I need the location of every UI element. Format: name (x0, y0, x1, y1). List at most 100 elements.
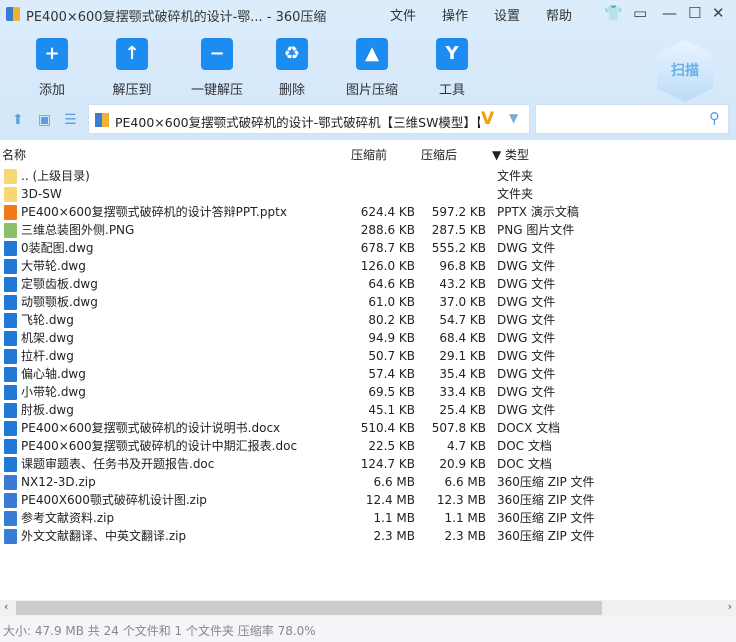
column-after[interactable]: 压缩后 (421, 146, 457, 163)
one-click-extract-icon: − (201, 38, 233, 70)
file-type: DOC 文档 (497, 457, 552, 471)
size-before: 510.4 KB (360, 421, 415, 435)
file-type: DWG 文件 (497, 295, 556, 309)
file-type: DWG 文件 (497, 313, 556, 327)
dwg-file-icon (4, 241, 17, 256)
file-row[interactable]: 机架.dwg 94.9 KB 68.4 KB DWG 文件 (0, 329, 736, 347)
file-name: 三维总装图外侧.PNG (21, 223, 135, 237)
toolbar-button-1[interactable]: ↑ 解压到 (97, 38, 167, 98)
file-row[interactable]: 大带轮.dwg 126.0 KB 96.8 KB DWG 文件 (0, 257, 736, 275)
file-row[interactable]: 肘板.dwg 45.1 KB 25.4 KB DWG 文件 (0, 401, 736, 419)
scrollbar-thumb[interactable] (16, 601, 602, 615)
dwg-file-icon (4, 277, 17, 292)
file-row[interactable]: PE400×600复摆颚式破碎机的设计答辩PPT.pptx 624.4 KB 5… (0, 203, 736, 221)
close-button[interactable]: ✕ (712, 4, 725, 22)
add-folder-icon: + (36, 38, 68, 70)
file-row[interactable]: 外文文献翻译、中英文翻译.zip 2.3 MB 2.3 MB 360压缩 ZIP… (0, 527, 736, 545)
toolbar-button-4[interactable]: ▲ 图片压缩 (337, 38, 407, 98)
column-before[interactable]: 压缩前 (351, 146, 387, 163)
size-before: 678.7 KB (360, 241, 415, 255)
list-view-icon[interactable]: ☰ (64, 112, 77, 128)
dwg-file-icon (4, 313, 17, 328)
address-bar[interactable]: PE400×600复摆颚式破碎机的设计-鄂式破碎机【三维SW模型】【含CAD图纸… (88, 104, 530, 134)
column-name[interactable]: 名称 (2, 146, 26, 163)
menu-operate[interactable]: 操作 (442, 5, 468, 24)
toolbar-button-3[interactable]: ♻ 删除 (257, 38, 327, 98)
file-row[interactable]: PE400X600颚式破碎机设计图.zip 12.4 MB 12.3 MB 36… (0, 491, 736, 509)
file-row[interactable]: 偏心轴.dwg 57.4 KB 35.4 KB DWG 文件 (0, 365, 736, 383)
size-before: 288.6 KB (360, 223, 415, 237)
file-row[interactable]: PE400×600复摆颚式破碎机的设计中期汇报表.doc 22.5 KB 4.7… (0, 437, 736, 455)
zip-file-icon (4, 529, 17, 544)
file-name: 小带轮.dwg (21, 385, 86, 399)
minimize-button[interactable]: — (662, 4, 677, 22)
vip-icon[interactable]: V (481, 109, 494, 129)
file-row[interactable]: 动颚颚板.dwg 61.0 KB 37.0 KB DWG 文件 (0, 293, 736, 311)
menu-settings[interactable]: 设置 (494, 5, 520, 24)
thumbnail-view-icon[interactable]: ▣ (38, 112, 51, 128)
file-name: 参考文献资料.zip (21, 511, 115, 525)
skin-icon[interactable]: 👕 (604, 4, 623, 22)
size-after: 287.5 KB (431, 223, 486, 237)
chevron-down-icon[interactable]: ▼ (509, 111, 518, 125)
file-row[interactable]: 小带轮.dwg 69.5 KB 33.4 KB DWG 文件 (0, 383, 736, 401)
dwg-file-icon (4, 385, 17, 400)
doc-file-icon (4, 457, 17, 472)
size-after: 4.7 KB (447, 439, 486, 453)
file-type: DWG 文件 (497, 277, 556, 291)
file-name: 机架.dwg (21, 331, 74, 345)
file-row[interactable]: NX12-3D.zip 6.6 MB 6.6 MB 360压缩 ZIP 文件 (0, 473, 736, 491)
scroll-left-icon[interactable]: ‹ (4, 600, 8, 613)
file-row[interactable]: .. (上级目录) 文件夹 (0, 167, 736, 185)
scan-button[interactable]: 扫描 (657, 40, 713, 102)
toolbar-button-0[interactable]: + 添加 (17, 38, 87, 98)
file-row[interactable]: 定颚齿板.dwg 64.6 KB 43.2 KB DWG 文件 (0, 275, 736, 293)
size-before: 2.3 MB (373, 529, 415, 543)
maximize-button[interactable]: ☐ (688, 4, 701, 22)
file-type: DWG 文件 (497, 349, 556, 363)
doc-file-icon (4, 421, 17, 436)
search-input[interactable]: ⚲ (535, 104, 729, 134)
file-type: 360压缩 ZIP 文件 (497, 493, 595, 507)
file-name: PE400X600颚式破碎机设计图.zip (21, 493, 207, 507)
file-row[interactable]: 0装配图.dwg 678.7 KB 555.2 KB DWG 文件 (0, 239, 736, 257)
menu-help[interactable]: 帮助 (546, 5, 572, 24)
size-after: 43.2 KB (439, 277, 486, 291)
pptx-file-icon (4, 205, 17, 220)
file-row[interactable]: 三维总装图外侧.PNG 288.6 KB 287.5 KB PNG 图片文件 (0, 221, 736, 239)
size-before: 80.2 KB (368, 313, 415, 327)
file-row[interactable]: 拉杆.dwg 50.7 KB 29.1 KB DWG 文件 (0, 347, 736, 365)
file-name: 定颚齿板.dwg (21, 277, 98, 291)
toolbar-label: 添加 (38, 83, 65, 98)
scroll-right-icon[interactable]: › (728, 600, 732, 613)
feedback-icon[interactable]: ▭ (633, 4, 647, 22)
file-name: 大带轮.dwg (21, 259, 86, 273)
file-row[interactable]: 课题审题表、任务书及开题报告.doc 124.7 KB 20.9 KB DOC … (0, 455, 736, 473)
archive-icon (95, 113, 109, 127)
size-before: 45.1 KB (368, 403, 415, 417)
size-before: 22.5 KB (368, 439, 415, 453)
file-row[interactable]: PE400×600复摆颚式破碎机的设计说明书.docx 510.4 KB 507… (0, 419, 736, 437)
image-compress-icon: ▲ (356, 38, 388, 70)
zip-file-icon (4, 493, 17, 508)
toolbar-label: 一键解压 (190, 83, 243, 98)
tools-icon: Y (436, 38, 468, 70)
file-name: 飞轮.dwg (21, 313, 74, 327)
column-type[interactable]: ▼ 类型 (492, 146, 529, 163)
up-icon[interactable]: ⬆ (12, 112, 24, 128)
size-after: 33.4 KB (439, 385, 486, 399)
file-row[interactable]: 参考文献资料.zip 1.1 MB 1.1 MB 360压缩 ZIP 文件 (0, 509, 736, 527)
file-type: DWG 文件 (497, 331, 556, 345)
file-row[interactable]: 3D-SW 文件夹 (0, 185, 736, 203)
size-before: 57.4 KB (368, 367, 415, 381)
horizontal-scrollbar[interactable]: ‹ › (0, 600, 736, 616)
folder-file-icon (4, 169, 17, 184)
size-after: 1.1 MB (444, 511, 486, 525)
file-row[interactable]: 飞轮.dwg 80.2 KB 54.7 KB DWG 文件 (0, 311, 736, 329)
toolbar-button-5[interactable]: Y 工具 (417, 38, 487, 98)
file-name: 动颚颚板.dwg (21, 295, 98, 309)
toolbar-button-2[interactable]: − 一键解压 (182, 38, 252, 98)
menu-file[interactable]: 文件 (390, 5, 416, 24)
search-icon[interactable]: ⚲ (709, 109, 720, 127)
dwg-file-icon (4, 331, 17, 346)
